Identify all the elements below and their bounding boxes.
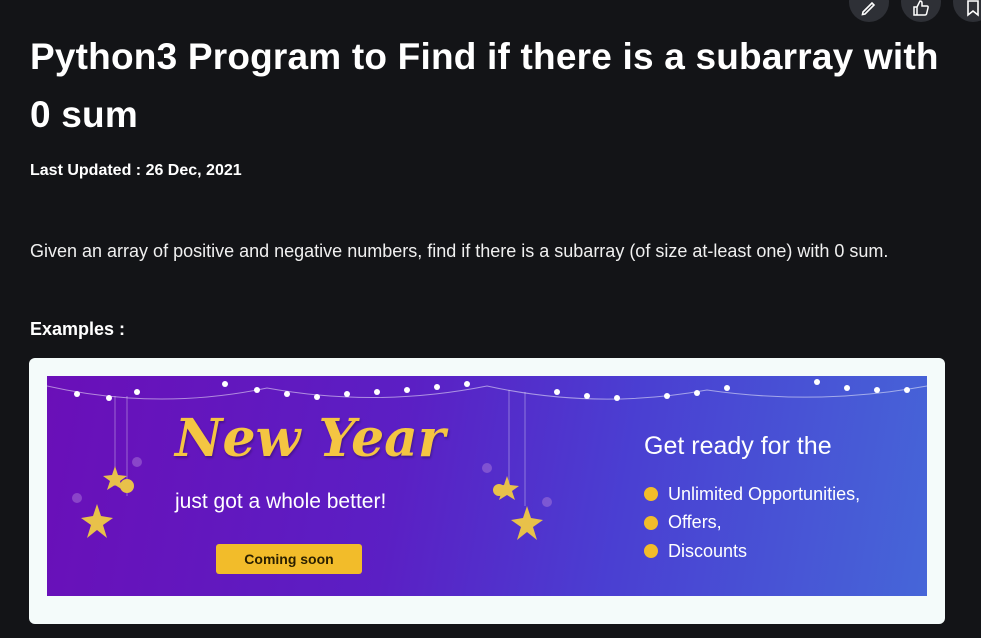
article-title: Python3 Program to Find if there is a su… xyxy=(30,36,939,135)
promo-banner-frame: New Year just got a whole better! Coming… xyxy=(29,358,945,624)
banner-headline: New Year xyxy=(175,408,446,469)
thumbs-up-icon xyxy=(913,0,929,16)
banner-bullet-text: Unlimited Opportunities, xyxy=(668,483,861,504)
check-circle-icon xyxy=(644,487,658,502)
banner-ready-text: Get ready for the xyxy=(644,432,832,460)
banner-subline: just got a whole better! xyxy=(175,490,387,513)
bookmark-button[interactable] xyxy=(953,0,981,22)
banner-bullet: Unlimited Opportunities, xyxy=(644,480,860,509)
edit-icon xyxy=(861,1,876,16)
edit-button[interactable] xyxy=(849,0,889,22)
bookmark-icon xyxy=(967,0,979,17)
last-updated: Last Updated : 26 Dec, 2021 xyxy=(30,162,242,179)
banner-bullet-list: Unlimited Opportunities, Offers, Discoun… xyxy=(644,480,860,566)
banner-bullet-text: Offers, xyxy=(668,512,722,533)
article-intro: Given an array of positive and negative … xyxy=(30,241,889,261)
banner-bullet: Offers, xyxy=(644,509,860,538)
check-circle-icon xyxy=(644,544,658,559)
promo-banner[interactable]: New Year just got a whole better! Coming… xyxy=(47,376,927,596)
article-actions xyxy=(849,0,981,22)
examples-heading: Examples : xyxy=(30,319,126,339)
like-button[interactable] xyxy=(901,0,941,22)
coming-soon-button[interactable]: Coming soon xyxy=(216,544,362,574)
banner-bullet: Discounts xyxy=(644,537,860,566)
check-circle-icon xyxy=(644,515,658,530)
banner-bullet-text: Discounts xyxy=(668,540,748,561)
